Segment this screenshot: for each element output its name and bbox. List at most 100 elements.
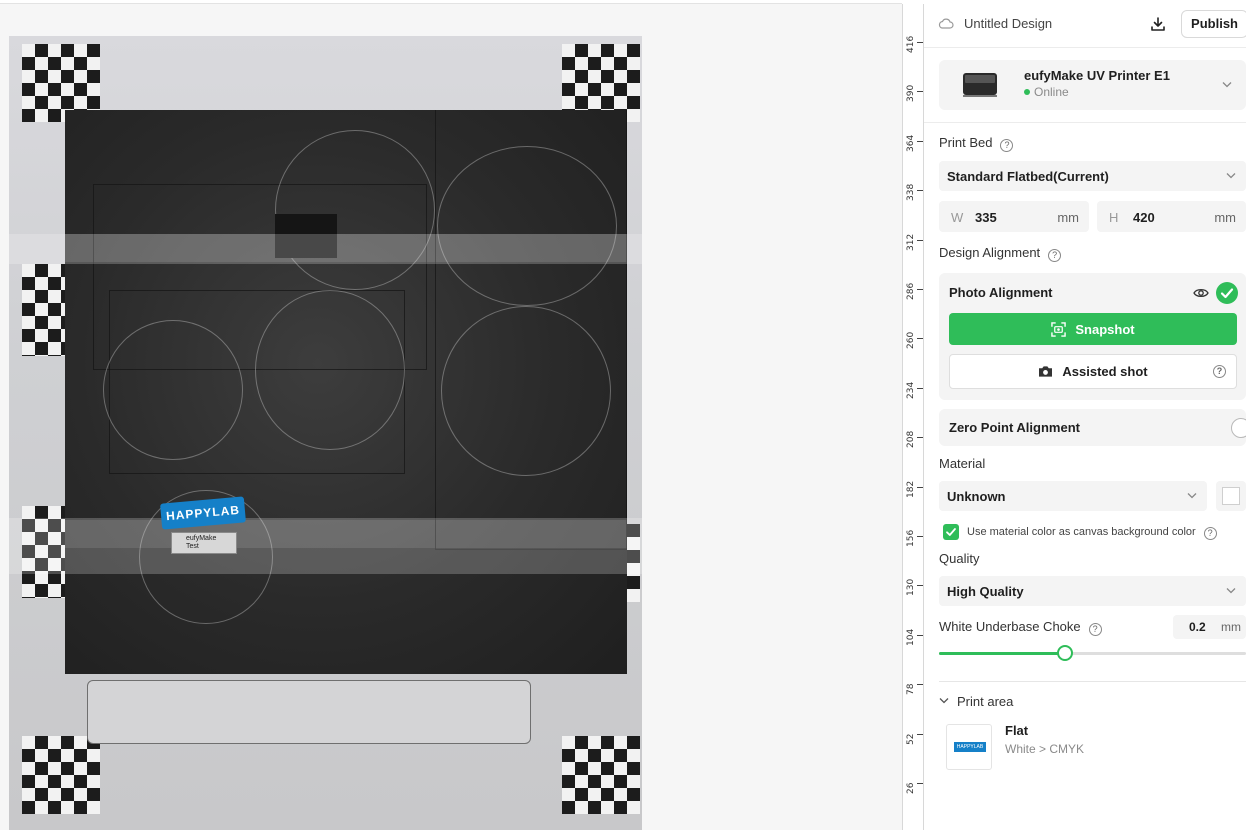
bed-height-field[interactable]: H 420 mm [1097, 201, 1246, 232]
check-icon[interactable] [1216, 282, 1238, 304]
choke-value: 0.2 [1189, 620, 1206, 634]
design-canvas[interactable]: HAPPYLAB eufyMake Test [0, 0, 902, 830]
ruler-tick [917, 634, 923, 636]
bed-photo: HAPPYLAB eufyMake Test [9, 36, 642, 830]
zero-point-alignment-option[interactable]: Zero Point Alignment [939, 409, 1246, 446]
ruler-label: 130 [906, 579, 916, 597]
thumbnail-logo: HAPPYLAB [954, 742, 986, 752]
canvas-bg-label-text: Use material color as canvas background … [967, 526, 1196, 538]
choke-slider[interactable] [939, 645, 1246, 661]
circle-cutout [275, 130, 435, 290]
ruler-tick [917, 733, 923, 735]
width-value: 335 [975, 210, 997, 225]
chevron-down-icon [939, 698, 949, 704]
ruler-label: 208 [906, 431, 916, 449]
ruler-label: 156 [906, 529, 916, 547]
height-prefix: H [1109, 210, 1119, 225]
calibration-marker-mid-left [22, 264, 68, 356]
calibration-marker-bottom-left [22, 736, 100, 814]
design-title[interactable]: Untitled Design [964, 16, 1149, 31]
quality-value: High Quality [947, 584, 1024, 599]
quality-select[interactable]: High Quality [939, 576, 1246, 606]
printer-selector[interactable]: eufyMake UV Printer E1 Online [939, 60, 1246, 110]
circle-cutout [103, 320, 243, 460]
design-alignment-label-text: Design Alignment [939, 245, 1041, 260]
chevron-down-icon[interactable] [1222, 81, 1232, 88]
test-label: eufyMake Test [171, 532, 237, 554]
circle-cutout [441, 306, 611, 476]
help-icon[interactable]: ? [1213, 365, 1226, 378]
ruler-tick [917, 437, 923, 439]
app-window: HAPPYLAB eufyMake Test 416 390 364 338 312 28… [0, 0, 1246, 830]
material-select[interactable]: Unknown [939, 481, 1207, 511]
scan-band [9, 234, 642, 264]
camera-icon [1039, 366, 1053, 377]
chevron-down-icon [1187, 493, 1197, 499]
print-area-toggle[interactable]: Print area [939, 694, 1013, 709]
divider [939, 681, 1246, 682]
ruler-label: 312 [906, 233, 916, 251]
ruler-tick [917, 338, 923, 340]
width-prefix: W [951, 210, 964, 225]
bed-width-field[interactable]: W 335 mm [939, 201, 1089, 232]
print-bed-label-text: Print Bed [939, 135, 993, 150]
print-area-item-title: Flat [1005, 723, 1029, 738]
ruler-label: 104 [906, 628, 916, 646]
test-label-line-2: Test [186, 543, 199, 550]
assisted-shot-label: Assisted shot [1062, 364, 1148, 379]
publish-button[interactable]: Publish [1181, 9, 1246, 38]
zero-point-title: Zero Point Alignment [949, 420, 1080, 435]
ruler-label: 286 [906, 282, 916, 300]
ruler-tick [917, 684, 923, 686]
tray-outline [87, 680, 531, 744]
settings-panel: Untitled Design Publish eufyMake UV Prin… [924, 0, 1246, 830]
print-area-label: Print area [957, 694, 1014, 709]
ruler-tick [917, 585, 923, 587]
ruler-label: 338 [906, 184, 916, 202]
height-value: 420 [1133, 210, 1155, 225]
photo-alignment-title: Photo Alignment [949, 285, 1053, 300]
snapshot-button[interactable]: Snapshot [949, 313, 1237, 345]
print-bed-select[interactable]: Standard Flatbed(Current) [939, 161, 1246, 191]
material-value: Unknown [947, 489, 1006, 504]
snapshot-icon [1051, 321, 1067, 337]
choke-label: White Underbase Choke? [939, 619, 1102, 636]
choke-input[interactable]: 0.2 mm [1173, 615, 1246, 639]
divider [924, 122, 1246, 123]
help-icon[interactable]: ? [1000, 139, 1014, 152]
assisted-shot-button[interactable]: Assisted shot ? [949, 354, 1237, 389]
status-dot [1024, 88, 1030, 95]
black-jig-sheet [65, 110, 627, 674]
help-icon[interactable]: ? [1048, 249, 1062, 262]
canvas-bg-checkbox[interactable] [943, 524, 959, 540]
canvas-bg-checkbox-label: Use material color as canvas background … [967, 526, 1217, 540]
ruler-label: 182 [906, 480, 916, 498]
vertical-ruler: 416 390 364 338 312 286 260 234 208 182 156 130 104 7… [902, 4, 924, 830]
printer-status: Online [1024, 85, 1069, 99]
material-label: Material [939, 456, 986, 471]
ruler-tick [917, 42, 923, 43]
ruler-label: 26 [906, 782, 916, 794]
choke-unit: mm [1221, 620, 1241, 634]
test-label-line-1: eufyMake [186, 535, 217, 542]
print-area-item-subtitle: White > CMYK [1005, 742, 1085, 756]
width-unit: mm [1057, 210, 1079, 225]
choke-slider-fill [939, 652, 1065, 655]
material-color-swatch[interactable] [1216, 481, 1246, 511]
eye-icon[interactable] [1193, 287, 1209, 299]
ruler-tick [917, 190, 923, 192]
choke-slider-thumb[interactable] [1056, 645, 1073, 661]
download-icon[interactable] [1149, 15, 1167, 33]
printer-image [963, 73, 997, 97]
panel-header: Untitled Design Publish [924, 0, 1246, 48]
help-icon[interactable]: ? [1203, 527, 1217, 540]
help-icon[interactable]: ? [1088, 623, 1102, 636]
scan-band [9, 518, 642, 574]
ruler-tick [917, 486, 923, 488]
canvas-top-strip [0, 0, 902, 4]
print-bed-value: Standard Flatbed(Current) [947, 169, 1109, 184]
zero-point-radio[interactable] [1231, 418, 1246, 438]
choke-label-text: White Underbase Choke [939, 619, 1081, 634]
ruler-tick [917, 289, 923, 290]
print-area-thumbnail[interactable]: HAPPYLAB [946, 724, 992, 770]
